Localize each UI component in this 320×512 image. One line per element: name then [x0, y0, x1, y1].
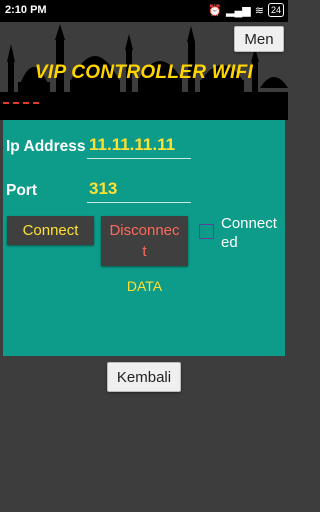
title-underline [3, 102, 39, 104]
ip-address-underline [87, 158, 191, 159]
port-label: Port [6, 182, 37, 199]
ip-address-input[interactable]: 11.11.11.11 [89, 135, 175, 155]
page-title: VIP CONTROLLER WIFI [34, 62, 254, 83]
back-button[interactable]: Kembali [107, 362, 181, 392]
alarm-icon: ⏰ [208, 4, 223, 17]
port-underline [87, 202, 191, 203]
connected-checkbox[interactable] [199, 224, 214, 239]
status-bar: 2:10 PM ⏰ ▂▄▆ ≋ 24 [0, 0, 288, 22]
signal-icon: ▂▄▆ [226, 4, 251, 17]
menu-button[interactable]: Men [234, 26, 284, 52]
wifi-icon: ≋ [254, 4, 264, 17]
data-label: DATA [126, 278, 163, 294]
disconnect-button[interactable]: Disconnect [101, 216, 188, 266]
battery-icon: 24 [267, 3, 284, 17]
connected-label: Connected [221, 215, 277, 251]
status-icons: ⏰ ▂▄▆ ≋ 24 [208, 3, 284, 17]
connection-panel: Ip Address 11.11.11.11 Port 313 Connect … [3, 120, 285, 356]
port-input[interactable]: 313 [89, 179, 117, 199]
ip-address-label: Ip Address [6, 138, 86, 155]
connect-button[interactable]: Connect [7, 216, 94, 245]
status-time: 2:10 PM [5, 4, 47, 16]
